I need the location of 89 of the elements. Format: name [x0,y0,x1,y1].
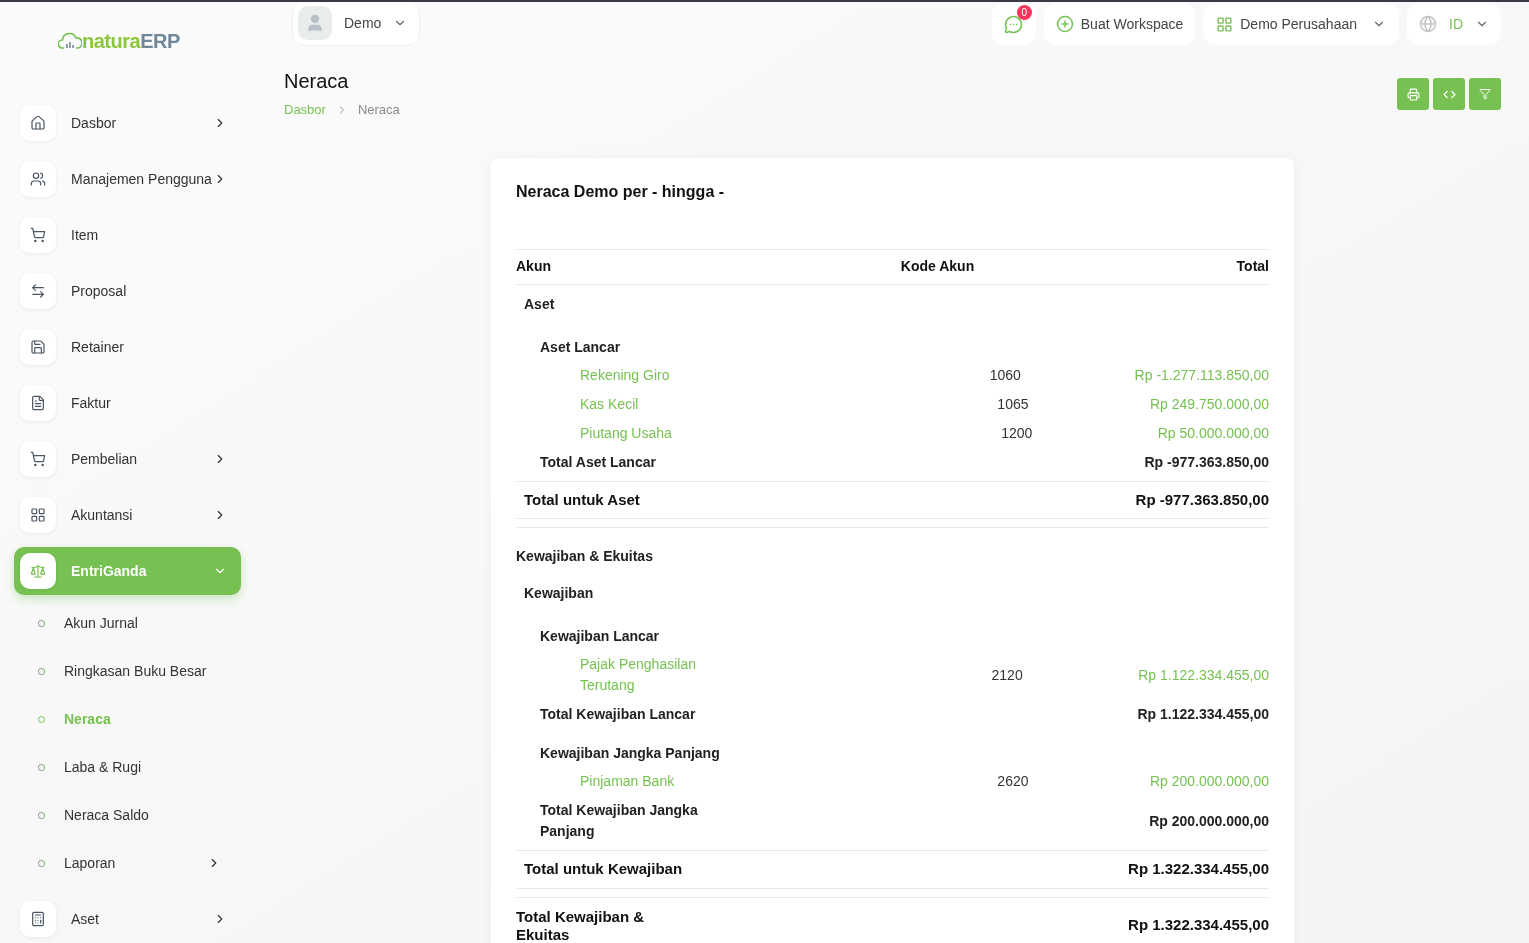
submenu-label: Ringkasan Buku Besar [64,661,208,681]
subgroup-heading: Kewajiban Jangka Panjang [540,745,720,761]
menu-label: Akuntansi [71,505,134,525]
subtotal-amount: Rp 1.122.334.455,00 [1137,705,1269,724]
submenu-item[interactable]: Akun Jurnal [0,599,255,647]
company-selector[interactable]: Demo Perusahaan [1203,3,1399,45]
swap-icon [30,283,46,299]
sidebar-item[interactable]: Faktur [14,379,241,427]
total-label: Total untuk Aset [523,489,641,510]
calculator-icon [30,911,46,927]
amount: Rp 1.122.334.455,00 [1138,665,1269,685]
chat-button[interactable]: 0 [991,3,1036,45]
submenu-label: Laporan [64,853,117,873]
submenu-label: Neraca [64,709,112,729]
report-title: Neraca Demo per - hingga - [516,181,726,202]
column-header: Kode Akun [899,257,976,276]
globe-icon [1419,15,1437,33]
sidebar-item[interactable]: Manajemen Pengguna [14,155,241,203]
menu-label: Item [71,225,100,245]
column-header: Akun [516,257,552,276]
sidebar-item[interactable]: Aset [14,895,241,943]
menu-label: EntriGanda [71,561,148,581]
column-header: Total [1235,257,1269,276]
print-button[interactable] [1397,78,1429,110]
expand-button[interactable] [1433,78,1465,110]
account-code: 1200 [1000,423,1034,443]
filter-button[interactable] [1469,78,1501,110]
sidebar-item[interactable]: Dasbor [14,99,241,147]
printer-icon [1406,87,1420,101]
submenu-item[interactable]: Laporan [0,839,255,887]
submenu-item[interactable]: Laba & Rugi [0,743,255,791]
plus-circle-icon [1055,15,1074,33]
amount: Rp 249.750.000,00 [1149,394,1269,414]
breadcrumb-item: Neraca [357,101,400,119]
create-workspace-button[interactable]: Buat Workspace [1043,3,1196,45]
submenu-label: Neraca Saldo [64,805,150,825]
section-heading: Kewajiban & Ekuitas [516,548,653,564]
group-heading: Aset [524,295,555,312]
sidebar-item[interactable]: Akuntansi [14,491,241,539]
subtotal-amount: Rp 200.000.000,00 [1149,811,1269,831]
subtotal-label: Total Kewajiban Lancar [539,705,697,724]
subtotal-label: Total Aset Lancar [539,452,657,472]
grid-icon [30,507,46,523]
user-menu[interactable]: Demo [292,2,421,46]
sidebar-item[interactable]: Item [14,211,241,259]
menu-label: Proposal [71,281,128,301]
menu-label: Pembelian [71,449,139,469]
menu-label: Retainer [71,337,125,357]
amount: Rp 200.000.000,00 [1149,772,1269,791]
total-amount: Rp 1.322.334.455,00 [1128,859,1269,879]
menu-label: Dasbor [71,113,118,133]
submenu-item[interactable]: Neraca Saldo [0,791,255,839]
subtotal-label: Total Kewajiban Jangka Panjang [539,801,699,841]
grand-total-amount: Rp 1.322.334.455,00 [1128,915,1269,936]
subgroup-heading: Aset Lancar [540,338,621,355]
subgroup-heading: Kewajiban Lancar [540,628,660,644]
subtotal-amount: Rp -977.363.850,00 [1144,452,1269,472]
amount: Rp -1.277.113.850,00 [1134,365,1269,385]
cloud-chart-logo-icon [58,31,82,50]
account-code: 1065 [996,394,1030,414]
submenu-item[interactable]: Ringkasan Buku Besar [0,647,255,695]
account-code: 2620 [996,772,1030,791]
grand-total-label: Total Kewajiban & Ekuitas [516,907,646,943]
account-code: 1060 [988,365,1022,385]
filter-icon [1479,88,1491,100]
page-title: Neraca [284,69,350,94]
chat-icon [1004,14,1024,34]
cart-icon [30,227,46,243]
sidebar-item[interactable]: Pembelian [14,435,241,483]
amount: Rp 50.000.000,00 [1157,423,1269,443]
notification-badge: 0 [1016,5,1032,20]
menu-label: Aset [71,909,100,929]
brand-logo: naturaERP [82,28,180,54]
total-amount: Rp -977.363.850,00 [1135,489,1269,510]
document-icon [30,395,46,411]
sidebar-item[interactable]: Retainer [14,323,241,371]
avatar-icon [298,6,332,40]
cart-icon [30,451,46,467]
balance-scale-icon [30,563,46,579]
menu-label: Faktur [71,393,112,413]
submenu-label: Akun Jurnal [64,613,139,633]
home-icon [30,115,46,131]
group-heading: Kewajiban [524,585,594,601]
menu-label: Manajemen Pengguna [71,169,213,189]
account-code: 2120 [990,665,1024,685]
submenu-label: Laba & Rugi [64,757,143,777]
sidebar-item[interactable]: Proposal [14,267,241,315]
total-label: Total untuk Kewajiban [523,859,684,879]
users-icon [30,171,46,187]
